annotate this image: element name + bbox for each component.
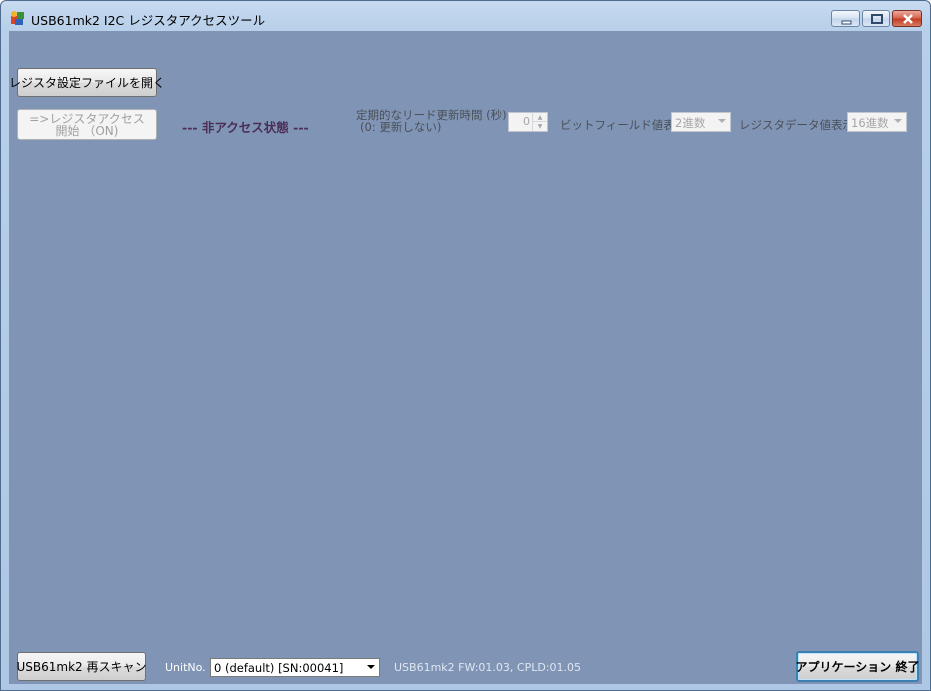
read-period-label: 定期的なリード更新時間 (秒) (0: 更新しない) (356, 109, 507, 133)
stepper-arrows[interactable]: ▲ ▼ (532, 113, 547, 131)
read-period-label-line2: (0: 更新しない) (360, 120, 442, 134)
chevron-down-icon (718, 119, 726, 123)
register-data-display-label: レジスタデータ値表示 (739, 118, 854, 132)
read-period-stepper[interactable]: 0 ▲ ▼ (508, 112, 548, 132)
bitfield-display-value: 2進数 (675, 116, 706, 130)
stepper-up-icon[interactable]: ▲ (533, 113, 547, 122)
read-period-value: 0 (523, 115, 530, 128)
title-bar[interactable]: USB61mk2 I2C レジスタアクセスツール (1, 1, 930, 31)
unit-select-value: 0 (default) [SN:00041] (214, 661, 344, 675)
start-access-button[interactable]: =>レジスタアクセス 開始 （ON) (17, 109, 157, 140)
stepper-down-icon[interactable]: ▼ (533, 122, 547, 131)
maximize-icon (871, 14, 883, 24)
rescan-button-label: USB61mk2 再スキャン (16, 660, 147, 674)
open-register-file-label: レジスタ設定ファイルを開く (9, 76, 166, 90)
chevron-down-icon (367, 665, 375, 669)
minimize-button[interactable] (831, 10, 860, 27)
exit-application-button[interactable]: アプリケーション 終了 (796, 651, 919, 682)
rescan-button[interactable]: USB61mk2 再スキャン (16, 652, 147, 681)
close-button[interactable] (892, 10, 922, 27)
app-icon (11, 11, 24, 25)
exit-application-label: アプリケーション 終了 (795, 660, 920, 674)
bitfield-display-label: ビットフィールド値表示 (560, 118, 687, 132)
start-access-label-line2: 開始 （ON) (55, 123, 119, 138)
chevron-down-icon (894, 119, 902, 123)
main-window: USB61mk2 I2C レジスタアクセスツール レジスタ設定ファイルを開く =… (0, 0, 931, 691)
unit-select[interactable]: 0 (default) [SN:00041] (210, 658, 380, 677)
open-register-file-button[interactable]: レジスタ設定ファイルを開く (9, 68, 165, 97)
close-icon (903, 14, 913, 24)
start-access-label-line1: =>レジスタアクセス (29, 111, 145, 126)
access-status-text: --- 非アクセス状態 --- (182, 120, 309, 135)
device-info-text: USB61mk2 FW:01.03, CPLD:01.05 (394, 661, 582, 674)
window-title: USB61mk2 I2C レジスタアクセスツール (31, 13, 266, 28)
unit-no-label: UnitNo. (165, 661, 206, 674)
maximize-button[interactable] (862, 10, 890, 27)
register-data-display-select[interactable]: 16進数 (847, 112, 907, 132)
minimize-icon (841, 20, 852, 25)
bitfield-display-select[interactable]: 2進数 (671, 112, 731, 132)
client-area: レジスタ設定ファイルを開く =>レジスタアクセス 開始 （ON) --- 非アク… (9, 31, 922, 684)
register-data-display-value: 16進数 (851, 116, 889, 130)
